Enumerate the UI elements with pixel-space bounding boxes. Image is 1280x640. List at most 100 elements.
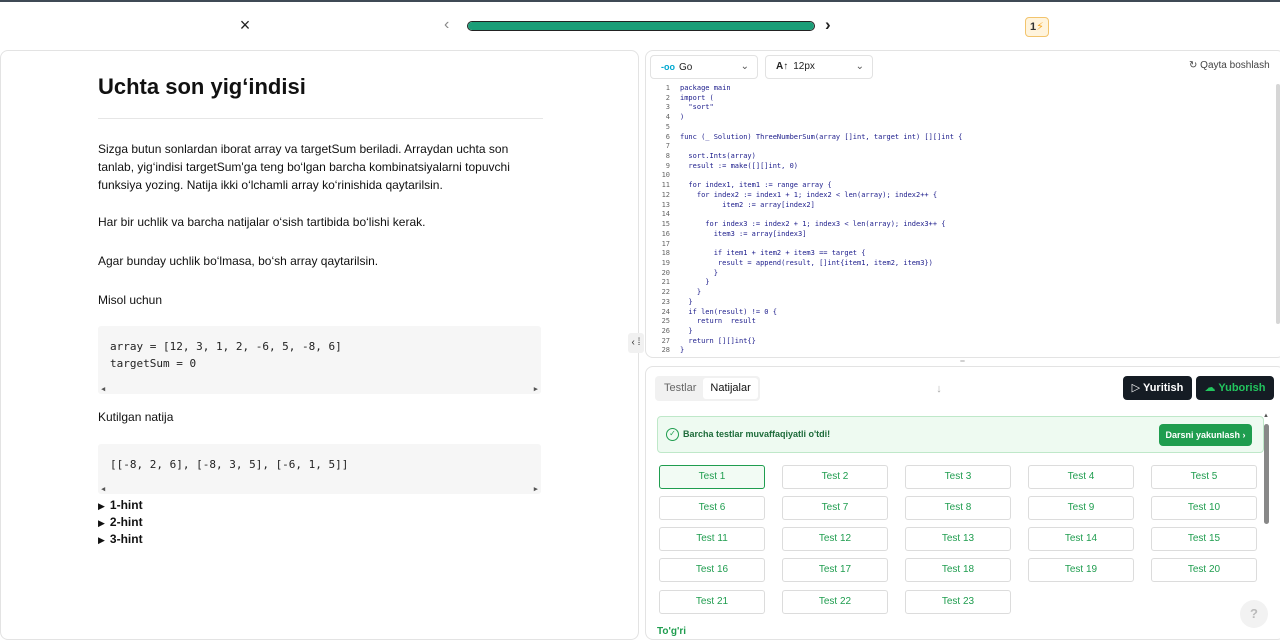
test-button[interactable]: Test 17 bbox=[782, 558, 888, 582]
example-code: array = [12, 3, 1, 2, -6, 5, -8, 6] targ… bbox=[110, 340, 342, 370]
submit-label: Yuborish bbox=[1218, 382, 1266, 394]
close-icon[interactable]: × bbox=[236, 16, 254, 34]
chevron-right-icon: › bbox=[1242, 430, 1246, 440]
hint-3[interactable]: ▶ 3-hint bbox=[98, 532, 143, 546]
refresh-icon: ↻ bbox=[1189, 60, 1201, 71]
font-size-select[interactable]: A↑ 12px ⌄ bbox=[765, 55, 873, 79]
test-button[interactable]: Test 12 bbox=[782, 527, 888, 551]
test-button[interactable]: Test 6 bbox=[659, 496, 765, 520]
test-button[interactable]: Test 15 bbox=[1151, 527, 1257, 551]
panel-resize-handle[interactable]: ‹ ⁞ bbox=[628, 333, 644, 353]
finish-lesson-button[interactable]: Darsni yakunlash › bbox=[1159, 424, 1252, 446]
test-button[interactable]: Test 10 bbox=[1151, 496, 1257, 520]
check-circle-icon: ✓ bbox=[666, 428, 679, 441]
reset-label: Qayta boshlash bbox=[1200, 60, 1270, 71]
problem-description: Sizga butun sonlardan iborat array va ta… bbox=[98, 142, 510, 192]
line-number: 24 bbox=[661, 307, 670, 316]
editor-scrollbar[interactable] bbox=[1276, 84, 1280, 324]
caret-right-icon: ▶ bbox=[98, 535, 105, 545]
success-banner: ✓ Barcha testlar muvaffaqiyatli o'tdi! D… bbox=[657, 416, 1264, 453]
test-button[interactable]: Test 1 bbox=[659, 465, 765, 489]
line-number: 27 bbox=[661, 336, 670, 345]
line-number: 7 bbox=[665, 142, 670, 151]
vertical-splitter[interactable]: ═ bbox=[958, 359, 967, 365]
line-number: 3 bbox=[665, 103, 670, 112]
horizontal-scrollbar[interactable]: ◀ ▶ bbox=[98, 484, 541, 494]
reset-button[interactable]: ↻ Qayta boshlash bbox=[1189, 60, 1270, 71]
test-button[interactable]: Test 11 bbox=[659, 527, 765, 551]
run-button[interactable]: ▷ Yuritish bbox=[1123, 376, 1192, 400]
scrollbar-thumb[interactable] bbox=[1264, 424, 1269, 524]
line-number: 13 bbox=[661, 200, 670, 209]
line-number: 8 bbox=[665, 152, 670, 161]
chevron-right-icon[interactable]: › bbox=[825, 15, 831, 35]
problem-title: Uchta son yig‘indisi bbox=[98, 74, 306, 99]
test-button[interactable]: Test 16 bbox=[659, 558, 765, 582]
tab-testlar[interactable]: Testlar bbox=[657, 378, 703, 399]
horizontal-scrollbar[interactable]: ◀ ▶ bbox=[98, 384, 541, 394]
line-number: 6 bbox=[665, 132, 670, 141]
test-button[interactable]: Test 21 bbox=[659, 590, 765, 614]
chevron-left-icon[interactable]: ‹ bbox=[444, 16, 449, 34]
test-button[interactable]: Test 4 bbox=[1028, 465, 1134, 489]
line-number: 5 bbox=[665, 122, 670, 131]
expected-code-block[interactable]: [[-8, 2, 6], [-8, 3, 5], [-6, 1, 5]] ◀ ▶ bbox=[98, 444, 541, 494]
test-button[interactable]: Test 9 bbox=[1028, 496, 1134, 520]
success-message: Barcha testlar muvaffaqiyatli o'tdi! bbox=[683, 429, 831, 439]
test-button[interactable]: Test 20 bbox=[1151, 558, 1257, 582]
help-button[interactable]: ? bbox=[1240, 600, 1268, 628]
test-button[interactable]: Test 8 bbox=[905, 496, 1011, 520]
line-number: 28 bbox=[661, 346, 670, 355]
results-scrollbar[interactable]: ▲ bbox=[1263, 413, 1269, 636]
code-editor[interactable]: package main import ( "sort" ) func (_ S… bbox=[680, 84, 1270, 356]
test-button[interactable]: Test 3 bbox=[905, 465, 1011, 489]
tab-natijalar[interactable]: Natijalar bbox=[703, 378, 758, 399]
test-button[interactable]: Test 2 bbox=[782, 465, 888, 489]
scroll-up-icon[interactable]: ▲ bbox=[1263, 413, 1269, 419]
chevron-down-icon: ⌄ bbox=[855, 61, 864, 72]
language-value: Go bbox=[679, 62, 693, 73]
hint-1[interactable]: ▶ 1-hint bbox=[98, 498, 143, 512]
hint-label: 2-hint bbox=[109, 515, 143, 529]
line-number: 26 bbox=[661, 326, 670, 335]
streak-badge: 1⚡ bbox=[1025, 17, 1049, 37]
font-size-value: 12px bbox=[793, 61, 815, 72]
line-number: 10 bbox=[661, 171, 670, 180]
language-select[interactable]: -oo Go ⌄ bbox=[650, 55, 758, 79]
test-button[interactable]: Test 18 bbox=[905, 558, 1011, 582]
top-bar: × ‹ › 1⚡ bbox=[0, 2, 1280, 50]
line-number: 2 bbox=[665, 93, 670, 102]
hint-label: 1-hint bbox=[109, 498, 143, 512]
test-button[interactable]: Test 13 bbox=[905, 527, 1011, 551]
test-button[interactable]: Test 5 bbox=[1151, 465, 1257, 489]
finish-label: Darsni yakunlash bbox=[1165, 430, 1240, 440]
test-status-label: To'g'ri bbox=[657, 626, 687, 637]
line-number: 12 bbox=[661, 190, 670, 199]
test-button[interactable]: Test 7 bbox=[782, 496, 888, 520]
test-button[interactable]: Test 22 bbox=[782, 590, 888, 614]
caret-right-icon: ▶ bbox=[98, 518, 105, 528]
test-button[interactable]: Test 19 bbox=[1028, 558, 1134, 582]
example-code-block[interactable]: array = [12, 3, 1, 2, -6, 5, -8, 6] targ… bbox=[98, 326, 541, 394]
progress-fill bbox=[468, 22, 814, 30]
line-number: 22 bbox=[661, 288, 670, 297]
expected-heading: Kutilgan natija bbox=[98, 410, 174, 424]
line-number: 14 bbox=[661, 210, 670, 219]
example-heading: Misol uchun bbox=[98, 293, 163, 307]
lesson-progress-bar bbox=[467, 21, 815, 31]
line-number: 17 bbox=[661, 239, 670, 248]
play-icon: ▷ bbox=[1131, 382, 1143, 394]
test-button[interactable]: Test 14 bbox=[1028, 527, 1134, 551]
line-number-gutter: 1 2 3 4 5 6 7 8 9 10 11 12 13 14 15 16 17 18 19 20 21 22 23 24 2… bbox=[650, 84, 670, 356]
line-number: 25 bbox=[661, 317, 670, 326]
line-number: 11 bbox=[661, 181, 670, 190]
submit-button[interactable]: ☁ Yuborish bbox=[1196, 376, 1274, 400]
hint-2[interactable]: ▶ 2-hint bbox=[98, 515, 143, 529]
line-number: 20 bbox=[661, 268, 670, 277]
line-number: 19 bbox=[661, 258, 670, 267]
title-divider bbox=[98, 118, 543, 119]
expected-code: [[-8, 2, 6], [-8, 3, 5], [-6, 1, 5]] bbox=[110, 458, 349, 471]
test-button[interactable]: Test 23 bbox=[905, 590, 1011, 614]
empty-note: Agar bunday uchlik bo‘lmasa, bo‘sh array… bbox=[98, 254, 379, 268]
arrow-down-icon[interactable]: ↓ bbox=[928, 378, 950, 400]
